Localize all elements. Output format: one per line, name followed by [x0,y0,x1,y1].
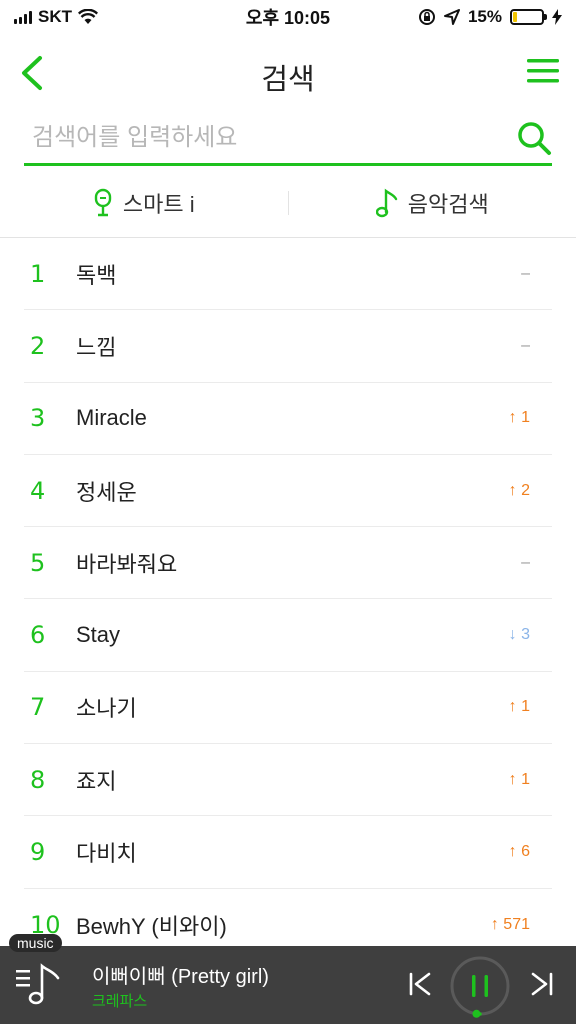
list-item[interactable]: 8 죠지 ↑ 1 [24,744,552,817]
rank-number: 5 [30,548,46,577]
rank-change: – [482,554,552,572]
rank-number: 4 [30,476,46,505]
tab-music-search[interactable]: 음악검색 [289,168,576,237]
popular-search-list: 1 독백 – 2 느낌 – 3 Miracle ↑ 1 4 정세운 ↑ 2 5 … [24,238,552,961]
list-item[interactable]: 9 다비치 ↑ 6 [24,816,552,889]
song-artist[interactable]: 크레파스 [92,990,147,1011]
status-right: 15% [372,7,562,27]
battery-level [513,12,517,22]
rank-change-value: 6 [521,843,530,861]
status-left: SKT [14,7,204,27]
rank-change-value: – [521,553,530,571]
rank-change: ↑ 1 [482,698,552,716]
tab-music-search-label: 음악검색 [407,191,489,217]
arrow-up-icon: ↑ [508,770,517,788]
rank-keyword: 다비치 [76,841,137,867]
rank-keyword: 독백 [76,262,117,288]
arrow-up-icon: ↑ [508,843,517,861]
rank-change-value: 2 [521,481,530,499]
playlist-music-icon[interactable] [14,960,64,1010]
rank-keyword: 바라봐줘요 [76,551,178,577]
rank-number: 6 [30,621,46,650]
rank-keyword: BewhY (비와이) [76,913,227,939]
rank-change: ↑ 2 [482,482,552,500]
search-bar [24,112,552,166]
search-mode-tabs: 스마트 i 음악검색 [0,168,576,238]
rank-change-value: 571 [503,915,530,933]
rank-number: 1 [30,259,46,288]
signal-icon [14,10,32,24]
tab-smart-i-label: 스마트 i [122,191,195,217]
rank-change: – [482,265,552,283]
arrow-down-icon: ↓ [508,626,517,644]
list-item[interactable]: 4 정세운 ↑ 2 [24,455,552,528]
page-title: 검색 [261,64,315,96]
rank-keyword: Miracle [76,405,147,431]
list-item[interactable]: 5 바라봐줘요 – [24,527,552,600]
rank-keyword: 죠지 [76,768,117,794]
list-item[interactable]: 7 소나기 ↑ 1 [24,672,552,745]
rank-change: – [482,337,552,355]
rank-change: ↑ 6 [482,843,552,861]
list-item[interactable]: 1 독백 – [24,238,552,311]
battery-icon [510,9,547,25]
music-note-icon [375,188,397,217]
location-icon [443,9,460,25]
menu-icon[interactable] [526,56,560,86]
music-tag: music [9,934,62,952]
battery-percent: 15% [467,7,502,26]
list-item[interactable]: 2 느낌 – [24,310,552,383]
search-input[interactable] [32,120,502,156]
status-bar: SKT 오후 10:05 15% [0,0,576,34]
carrier-label: SKT [38,7,72,26]
rank-change: ↑ 571 [482,916,552,934]
rank-keyword: Stay [76,622,121,648]
charging-bolt-icon [552,9,562,25]
previous-track-button[interactable] [406,970,434,998]
wifi-icon [78,9,98,24]
rank-keyword: 소나기 [76,696,137,722]
rank-number: 2 [30,331,46,360]
clock: 오후 10:05 [245,8,331,28]
search-icon[interactable] [516,120,552,156]
rank-change-value: 1 [521,409,530,427]
next-track-button[interactable] [528,970,556,998]
rank-number: 8 [30,765,46,794]
rank-keyword: 정세운 [76,479,137,505]
rank-number: 3 [30,404,46,433]
rank-change-value: – [521,264,530,282]
rank-change-value: 3 [521,626,530,644]
mini-player: 이뻐이뻐 (Pretty girl) 크레파스 [0,946,576,1024]
rank-number: 9 [30,838,46,867]
rank-change-value: 1 [521,698,530,716]
arrow-up-icon: ↑ [508,481,517,499]
arrow-up-icon: ↑ [508,698,517,716]
tab-smart-i[interactable]: 스마트 i [0,168,288,237]
microphone-icon [94,188,112,216]
rank-change: ↑ 1 [482,409,552,427]
header: 검색 [0,40,576,106]
list-item[interactable]: 3 Miracle ↑ 1 [24,383,552,455]
rank-change-value: 1 [521,770,530,788]
rank-change: ↑ 1 [482,771,552,789]
arrow-up-icon: ↑ [490,915,499,933]
playback-progress-dot [472,1009,481,1018]
pause-button[interactable] [448,954,512,1018]
list-item[interactable]: 6 Stay ↓ 3 [24,599,552,672]
rank-change: ↓ 3 [482,626,552,644]
rank-number: 7 [30,693,46,722]
orientation-lock-icon [418,9,435,25]
rank-change-value: – [521,336,530,354]
rank-keyword: 느낌 [76,334,117,360]
arrow-up-icon: ↑ [508,409,517,427]
song-title[interactable]: 이뻐이뻐 (Pretty girl) [92,960,269,989]
